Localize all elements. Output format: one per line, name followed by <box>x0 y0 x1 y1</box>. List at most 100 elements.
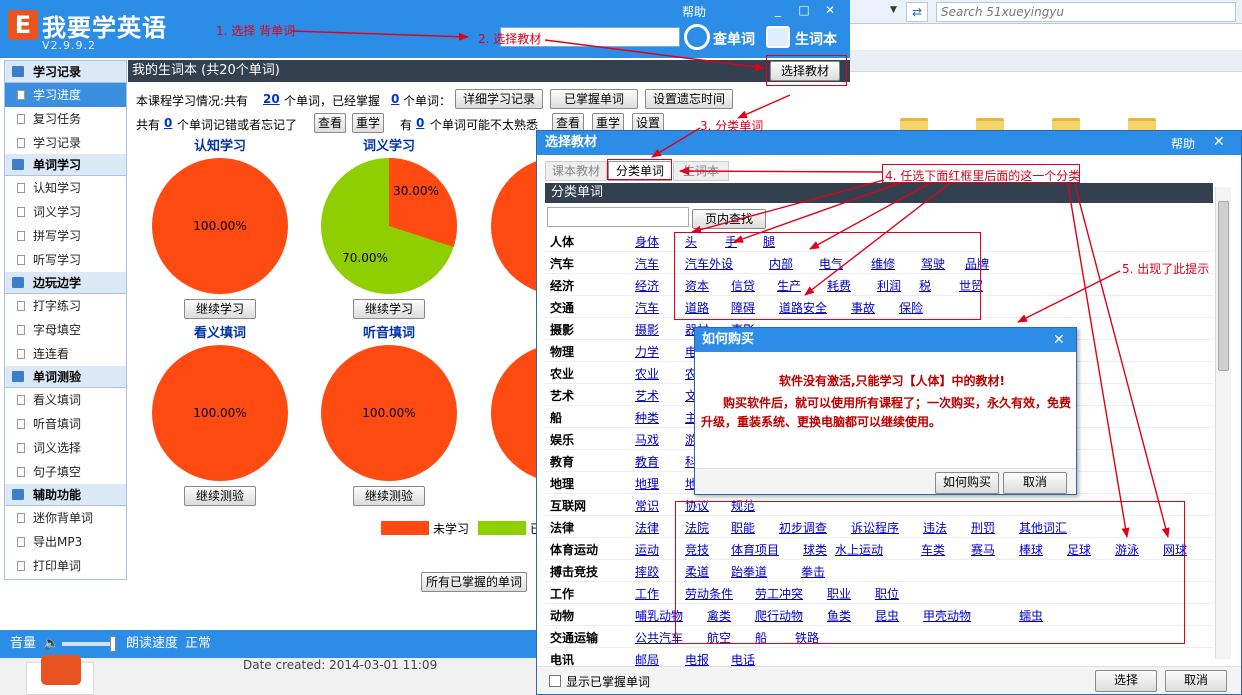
app-logo-icon: E <box>8 10 38 40</box>
subcategory-link[interactable]: 邮局 <box>635 651 659 666</box>
app-title-bar: E 我要学英语 V2.9.9.2 帮助 _ □ ✕ 查单词 生词本 <box>0 0 850 58</box>
subcategory-link[interactable]: 马戏 <box>635 431 659 448</box>
view-wrong-button[interactable]: 查看 <box>314 113 346 133</box>
sidebar-item-print[interactable]: 打印单词 <box>5 554 126 578</box>
help-link[interactable]: 帮助 <box>682 3 706 20</box>
subcategory-link[interactable]: 农业 <box>635 365 659 382</box>
book-icon <box>12 277 24 288</box>
close-icon[interactable]: ✕ <box>1213 134 1225 150</box>
maximize-button[interactable]: □ <box>794 2 814 18</box>
subcategory-link[interactable]: 法律 <box>635 519 659 536</box>
sidebar-item-progress[interactable]: 学习进度 <box>5 83 126 107</box>
subcategory-link[interactable]: 艺术 <box>635 387 659 404</box>
continue-quiz-button[interactable]: 继续测验 <box>353 486 425 506</box>
show-mastered-checkbox[interactable] <box>549 675 561 687</box>
subcategory-link[interactable]: 汽车 <box>635 255 659 272</box>
forget-time-button[interactable]: 设置遗忘时间 <box>645 89 733 109</box>
dialog-cancel-button[interactable]: 取消 <box>1165 670 1227 692</box>
speaker-icon[interactable]: 🔈 <box>43 630 59 658</box>
popup-cancel-button[interactable]: 取消 <box>1003 472 1067 494</box>
vocab-button-label[interactable]: 生词本 <box>795 29 837 49</box>
pie-label: 70.00% <box>342 251 388 265</box>
how-to-buy-button[interactable]: 如何购买 <box>935 472 999 494</box>
all-mastered-button[interactable]: 所有已掌握的单词 <box>421 572 527 592</box>
sidebar-item-records[interactable]: 学习记录 <box>5 131 126 155</box>
subcategory-link[interactable]: 工作 <box>635 585 659 602</box>
continue-quiz-button[interactable]: 继续测验 <box>184 486 256 506</box>
sidebar-item-meaning[interactable]: 词义学习 <box>5 200 126 224</box>
subcategory-link[interactable]: 电报 <box>685 651 709 666</box>
total-words-count[interactable]: 20 <box>263 92 280 106</box>
explorer-search-input[interactable]: Search 51xueyingyu <box>936 2 1236 22</box>
subcategory-link[interactable]: 运动 <box>635 541 659 558</box>
refresh-icon[interactable]: ⇄ <box>906 2 928 22</box>
subcategory-link[interactable]: 汽车 <box>635 299 659 316</box>
scrollbar-thumb[interactable] <box>1218 201 1229 371</box>
category-name: 法律 <box>550 521 575 535</box>
subcategory-link[interactable]: 教育 <box>635 453 659 470</box>
sidebar-item-letter-fill[interactable]: 字母填空 <box>5 318 126 342</box>
category-name: 动物 <box>550 609 575 623</box>
subcategory-link[interactable]: 经济 <box>635 277 659 294</box>
continue-study-button[interactable]: 继续学习 <box>353 299 425 319</box>
sidebar-item-cognition[interactable]: 认知学习 <box>5 176 126 200</box>
mastered-words-button[interactable]: 已掌握单词 <box>550 89 638 109</box>
sidebar-group-play[interactable]: 边玩边学 <box>5 272 126 294</box>
stats-text: 个单词可能不太熟悉 <box>430 118 539 132</box>
sidebar-group-records[interactable]: 学习记录 <box>5 61 126 83</box>
subcategory-link[interactable]: 力学 <box>635 343 659 360</box>
vocab-book-icon[interactable] <box>766 26 790 48</box>
continue-study-button[interactable]: 继续学习 <box>184 299 256 319</box>
dialog-scrollbar[interactable] <box>1215 187 1231 659</box>
sidebar-item-listen-fill[interactable]: 听音填词 <box>5 412 126 436</box>
sidebar-item-dictation[interactable]: 听写学习 <box>5 248 126 272</box>
detail-records-button[interactable]: 详细学习记录 <box>455 89 543 109</box>
page-icon <box>17 114 25 124</box>
subcategory-link[interactable]: 身体 <box>635 233 659 250</box>
bottom-status-bar: 音量 🔈 朗读速度 正常 <box>0 630 540 658</box>
sidebar-item-export-mp3[interactable]: 导出MP3 <box>5 530 126 554</box>
subcategory-link[interactable]: 地理 <box>635 475 659 492</box>
sidebar-item-meaning-fill[interactable]: 看义填词 <box>5 388 126 412</box>
close-icon[interactable]: ✕ <box>1053 332 1065 348</box>
pie-chart-hidden <box>491 344 536 484</box>
dialog-select-button[interactable]: 选择 <box>1095 670 1157 692</box>
category-name: 船 <box>550 411 563 425</box>
sidebar-item-typing[interactable]: 打字练习 <box>5 294 126 318</box>
category-name: 教育 <box>550 455 575 469</box>
subcategory-link[interactable]: 常识 <box>635 497 659 514</box>
sidebar-group-quiz[interactable]: 单词测验 <box>5 366 126 388</box>
sidebar-item-match[interactable]: 连连看 <box>5 342 126 366</box>
lookup-button-label[interactable]: 查单词 <box>713 29 755 49</box>
unfamiliar-count[interactable]: 0 <box>416 116 424 130</box>
sidebar-item-review[interactable]: 复习任务 <box>5 107 126 131</box>
chevron-down-icon[interactable]: ▼ <box>890 5 900 17</box>
subcategory-link[interactable]: 电话 <box>731 651 755 666</box>
sidebar-group-word-study[interactable]: 单词学习 <box>5 154 126 176</box>
volume-slider[interactable] <box>62 642 114 646</box>
magnifier-icon[interactable] <box>684 24 710 50</box>
sidebar-item-spelling[interactable]: 拼写学习 <box>5 224 126 248</box>
mastered-count[interactable]: 0 <box>391 92 399 106</box>
sidebar-group-tools[interactable]: 辅助功能 <box>5 484 126 506</box>
subcategory-link[interactable]: 摄影 <box>635 321 659 338</box>
minimize-button[interactable]: _ <box>768 2 788 18</box>
category-name: 经济 <box>550 279 575 293</box>
highlight-box-category-tab <box>607 159 672 180</box>
relearn-wrong-button[interactable]: 重学 <box>352 113 384 133</box>
wrong-words-count[interactable]: 0 <box>164 116 172 130</box>
volume-slider-handle[interactable] <box>110 636 116 652</box>
stats-text: 个单词： <box>403 94 452 108</box>
category-name: 摄影 <box>550 323 575 337</box>
app-thumbnail-icon <box>26 655 94 695</box>
subcategory-link[interactable]: 摔跤 <box>635 563 659 580</box>
close-button[interactable]: ✕ <box>820 2 840 18</box>
page-icon <box>17 90 25 100</box>
sidebar-item-meaning-choice[interactable]: 词义选择 <box>5 436 126 460</box>
subcategory-link[interactable]: 种类 <box>635 409 659 426</box>
sidebar-item-mini[interactable]: 迷你背单词 <box>5 506 126 530</box>
speed-label: 朗读速度 <box>126 636 179 651</box>
speed-value[interactable]: 正常 <box>185 630 211 658</box>
sidebar-item-sentence-fill[interactable]: 句子填空 <box>5 460 126 484</box>
date-created: Date created: 2014-03-01 11:09 <box>243 658 438 672</box>
